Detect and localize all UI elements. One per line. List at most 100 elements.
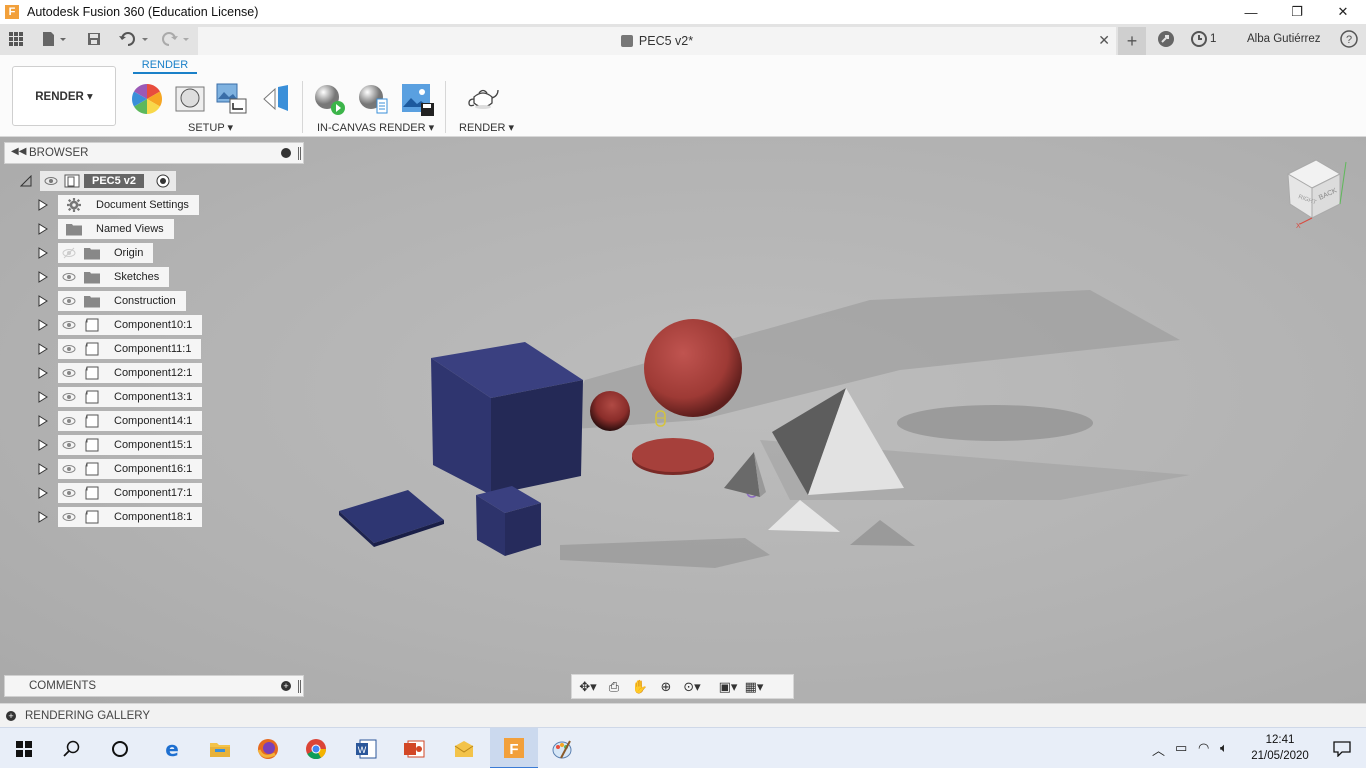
visibility-eye-icon[interactable] (62, 510, 76, 524)
red-disc[interactable] (632, 438, 714, 475)
expand-arrow-icon[interactable] (38, 319, 48, 331)
expand-arrow-icon[interactable] (38, 295, 48, 307)
expand-arrow-icon[interactable] (38, 271, 48, 283)
orbit-icon[interactable]: ✥▾ (578, 678, 598, 696)
powerpoint-icon[interactable] (390, 728, 438, 768)
volume-icon[interactable]: 🔈︎ (1220, 740, 1228, 756)
tab-document[interactable]: PEC5 v2* ✕ (198, 27, 1116, 55)
browser-node[interactable]: Component11:1 (58, 339, 202, 359)
minimize-button[interactable]: — (1228, 0, 1274, 24)
system-clock[interactable]: 12:41 21/05/2020 (1240, 732, 1320, 764)
visibility-eye-icon[interactable] (62, 366, 76, 380)
visibility-eye-icon[interactable] (44, 174, 58, 188)
expand-arrow-icon[interactable] (38, 487, 48, 499)
visibility-eye-icon[interactable] (62, 342, 76, 356)
tab-render[interactable]: RENDER (133, 59, 197, 74)
grid-settings-icon[interactable]: ▦▾ (744, 678, 764, 696)
add-comment-icon[interactable]: + (281, 681, 291, 691)
activate-radio-icon[interactable] (156, 174, 170, 188)
new-tab-button[interactable]: + (1118, 27, 1146, 55)
browser-item-row[interactable]: Component18:1 (0, 507, 300, 527)
browser-node[interactable]: Component12:1 (58, 363, 203, 383)
comments-panel[interactable]: COMMENTS + (4, 675, 304, 697)
firefox-icon[interactable] (244, 728, 292, 768)
browser-item-row[interactable]: Component13:1 (0, 387, 300, 407)
outlook-icon[interactable] (440, 728, 488, 768)
in-canvas-render-group-label[interactable]: IN-CANVAS RENDER ▾ (317, 121, 434, 134)
browser-node[interactable]: Component17:1 (58, 483, 203, 503)
visibility-eye-icon[interactable] (62, 270, 76, 284)
redo-icon[interactable] (157, 28, 191, 50)
visibility-eye-icon[interactable] (62, 462, 76, 476)
browser-root-row[interactable]: PEC5 v2 (0, 171, 300, 191)
chrome-icon[interactable] (292, 728, 340, 768)
rendering-gallery-bar[interactable]: + RENDERING GALLERY (0, 703, 1366, 727)
in-canvas-render-icon[interactable] (313, 83, 345, 115)
render-teapot-icon[interactable] (466, 83, 499, 115)
show-hidden-icons[interactable]: ︿ (1152, 740, 1165, 759)
capture-image-icon[interactable] (401, 83, 434, 116)
edge-browser-icon[interactable]: e (148, 728, 196, 768)
white-triangle-plate[interactable] (768, 500, 840, 532)
close-tab-icon[interactable]: ✕ (1098, 32, 1110, 49)
browser-item-row[interactable]: Component14:1 (0, 411, 300, 431)
user-name[interactable]: Alba Gutiérrez (1247, 33, 1321, 45)
collapse-root-icon[interactable] (20, 175, 32, 187)
small-blue-cube[interactable] (476, 486, 541, 556)
zoom-icon[interactable]: ⊕ (656, 678, 676, 696)
setup-group-label[interactable]: SETUP ▾ (188, 121, 233, 134)
browser-node[interactable]: Sketches (58, 267, 170, 287)
visibility-eye-icon[interactable] (62, 390, 76, 404)
browser-node[interactable]: Component16:1 (58, 459, 203, 479)
expand-arrow-icon[interactable] (38, 367, 48, 379)
visibility-eye-icon[interactable] (62, 414, 76, 428)
browser-node[interactable]: Construction (58, 291, 186, 311)
pin-comments-icon[interactable] (298, 680, 301, 693)
expand-arrow-icon[interactable] (38, 463, 48, 475)
job-status-icon[interactable] (1187, 28, 1211, 50)
pan-icon[interactable]: ✋ (630, 678, 650, 696)
visibility-eye-icon[interactable] (62, 438, 76, 452)
paint-icon[interactable] (538, 728, 586, 768)
expand-arrow-icon[interactable] (38, 223, 48, 235)
minimize-panel-icon[interactable] (281, 148, 291, 158)
decal-icon[interactable] (260, 83, 292, 115)
expand-arrow-icon[interactable] (38, 199, 48, 211)
small-red-sphere[interactable] (590, 391, 630, 431)
browser-node[interactable]: Component15:1 (58, 435, 203, 455)
browser-item-row[interactable]: Component16:1 (0, 459, 300, 479)
start-windows-icon[interactable] (0, 728, 48, 768)
look-at-icon[interactable]: ⎙ (604, 678, 624, 696)
expand-gallery-icon[interactable]: + (6, 710, 16, 721)
word-icon[interactable]: W (342, 728, 390, 768)
maximize-button[interactable]: ❐ (1274, 0, 1320, 24)
flat-blue-plate[interactable] (339, 490, 444, 547)
extensions-icon[interactable] (1154, 28, 1178, 50)
help-icon[interactable]: ? (1337, 28, 1361, 50)
browser-item-row[interactable]: Document Settings (0, 195, 300, 215)
battery-icon[interactable]: ▭ (1175, 740, 1187, 756)
close-window-button[interactable]: ✕ (1320, 0, 1366, 24)
small-pyramid[interactable] (724, 452, 766, 497)
scene-settings-icon[interactable] (174, 83, 206, 115)
file-explorer-icon[interactable] (196, 728, 244, 768)
appearance-icon[interactable] (131, 83, 163, 115)
browser-node[interactable]: Component14:1 (58, 411, 203, 431)
expand-arrow-icon[interactable] (38, 439, 48, 451)
browser-item-row[interactable]: Component12:1 (0, 363, 300, 383)
browser-node[interactable]: Document Settings (58, 195, 199, 215)
visibility-eye-icon[interactable] (62, 294, 76, 308)
wifi-icon[interactable]: ◠ (1198, 740, 1209, 756)
browser-item-row[interactable]: Origin (0, 243, 300, 263)
browser-node[interactable]: Origin (58, 243, 154, 263)
browser-item-row[interactable]: Component11:1 (0, 339, 300, 359)
browser-node[interactable]: Component10:1 (58, 315, 203, 335)
display-settings-icon[interactable]: ▣▾ (718, 678, 738, 696)
pin-panel-icon[interactable] (298, 147, 301, 160)
app-grid-icon[interactable] (4, 28, 28, 50)
large-blue-cube[interactable] (431, 342, 583, 495)
browser-item-row[interactable]: Component17:1 (0, 483, 300, 503)
file-menu-icon[interactable] (38, 28, 70, 50)
notifications-icon[interactable] (1318, 728, 1366, 768)
workspace-switcher[interactable]: RENDER ▾ (12, 66, 116, 126)
